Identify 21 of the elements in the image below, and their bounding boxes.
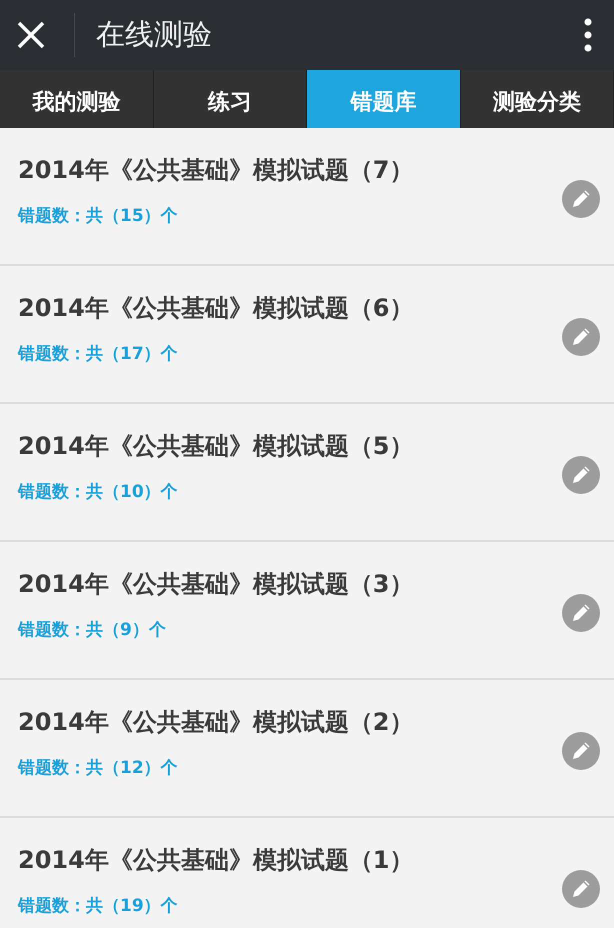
- menu-icon[interactable]: [584, 18, 592, 52]
- wrong-count: 错题数：共（12）个: [18, 756, 178, 778]
- pencil-icon[interactable]: [562, 732, 600, 770]
- pencil-icon[interactable]: [562, 318, 600, 356]
- quiz-title[interactable]: 2014年《公共基础》模拟试题（2）: [18, 706, 562, 738]
- wrong-count: 错题数：共（15）个: [18, 204, 178, 226]
- wrong-count: 错题数：共（9）个: [18, 618, 166, 640]
- quiz-title[interactable]: 2014年《公共基础》模拟试题（5）: [18, 430, 562, 462]
- pencil-icon[interactable]: [562, 594, 600, 632]
- wrong-count: 错题数：共（17）个: [18, 342, 178, 364]
- header-title: 在线测验: [96, 16, 213, 53]
- wrong-count: 错题数：共（19）个: [18, 894, 178, 916]
- quiz-title[interactable]: 2014年《公共基础》模拟试题（7）: [18, 154, 562, 186]
- close-icon[interactable]: [17, 21, 45, 49]
- pencil-icon[interactable]: [562, 180, 600, 218]
- quiz-title[interactable]: 2014年《公共基础》模拟试题（1）: [18, 844, 562, 876]
- quiz-title[interactable]: 2014年《公共基础》模拟试题（6）: [18, 292, 562, 324]
- quiz-title[interactable]: 2014年《公共基础》模拟试题（3）: [18, 568, 562, 600]
- wrong-count: 错题数：共（10）个: [18, 480, 178, 502]
- pencil-icon[interactable]: [562, 456, 600, 494]
- pencil-icon[interactable]: [562, 870, 600, 908]
